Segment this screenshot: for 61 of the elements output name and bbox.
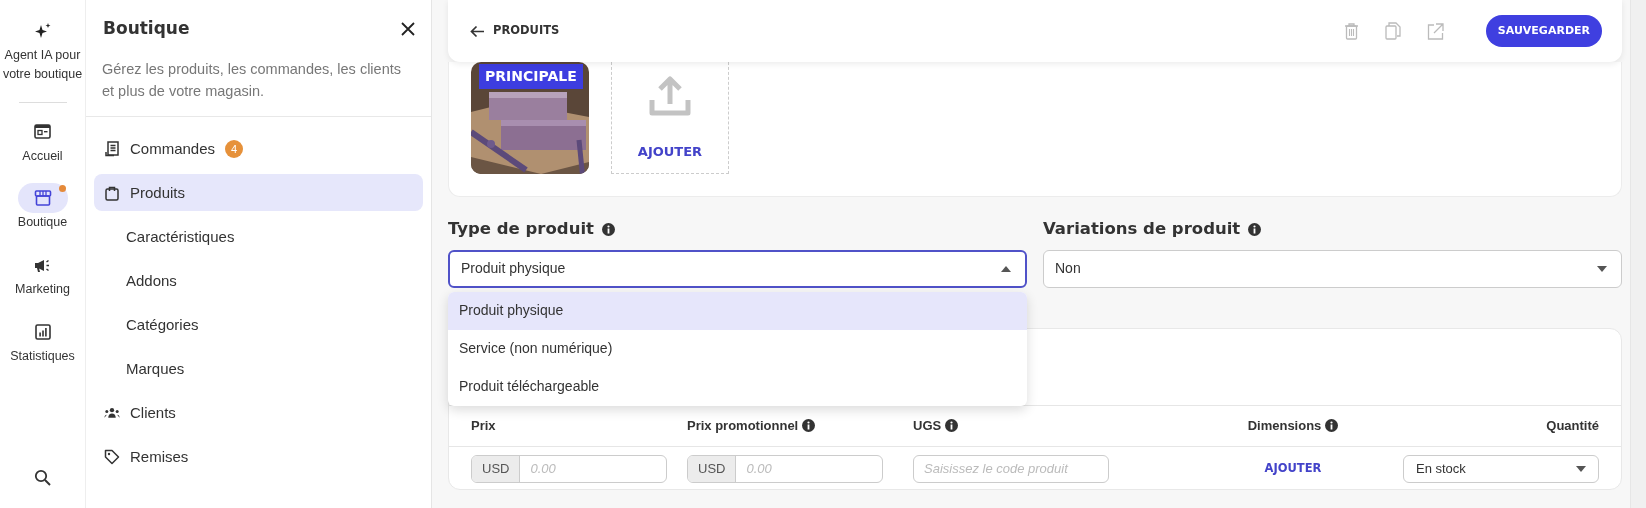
search-icon[interactable] — [34, 469, 51, 486]
panel-title: Boutique — [103, 17, 190, 40]
caret-icon — [1597, 265, 1607, 272]
column-header: UGS — [913, 417, 942, 435]
column-header: Quantité — [1546, 417, 1599, 435]
info-icon[interactable] — [1325, 419, 1339, 433]
menu-item[interactable]: Catégories — [94, 306, 423, 344]
main-image-badge: PRINCIPALE — [479, 64, 583, 89]
menu-item[interactable]: Caractéristiques — [94, 218, 423, 256]
caret-icon — [1576, 465, 1586, 472]
price-field[interactable]: USD 0.00 — [687, 454, 883, 483]
dropdown-option[interactable]: Service (non numérique) — [448, 329, 1027, 368]
dashboard-icon — [34, 124, 51, 139]
store-icon — [33, 190, 52, 207]
menu-label: Clients — [130, 402, 176, 423]
price-field[interactable]: USD 0.00 — [471, 454, 667, 483]
menu-item[interactable]: Clients — [94, 394, 423, 432]
panel-description: Gérez les produits, les commandes, les clients et plus de votre magasin. — [102, 59, 402, 101]
count-badge: 4 — [225, 139, 244, 158]
menu-item[interactable]: Commandes 4 — [94, 130, 423, 168]
quantity-select[interactable]: En stock — [1403, 454, 1599, 483]
bag-icon — [104, 184, 120, 201]
chart-icon — [34, 323, 51, 340]
add-dimensions-link[interactable]: AJOUTER — [1264, 460, 1322, 478]
menu-item[interactable]: Produits — [94, 174, 423, 212]
rail-label: Accueil — [22, 147, 63, 165]
dropdown-option[interactable]: Produit physique — [448, 291, 1027, 330]
menu-item[interactable]: Addons — [94, 262, 423, 300]
upload-icon — [649, 76, 691, 116]
menu-label: Produits — [130, 182, 186, 203]
receipt-icon — [104, 140, 120, 157]
rail-label: Marketing — [15, 281, 70, 298]
close-icon[interactable] — [401, 21, 415, 36]
rail-label: Statistiques — [10, 347, 75, 365]
info-icon[interactable] — [802, 419, 816, 433]
column-header: Prix promotionnel — [687, 417, 799, 435]
people-icon — [104, 406, 120, 419]
menu-item[interactable]: Remises — [94, 438, 423, 476]
back-link[interactable]: PRODUITS — [493, 22, 560, 40]
menu-label: Commandes — [130, 138, 216, 159]
field-label: Type de produit — [448, 218, 594, 240]
rail-tab[interactable] — [17, 183, 68, 214]
megaphone-icon — [33, 257, 52, 273]
rail-label: Boutique — [17, 214, 68, 232]
rail-label: Agent IA pour votre boutique — [2, 47, 83, 83]
info-icon[interactable] — [601, 222, 615, 236]
dropdown-option[interactable]: Produit téléchargeable — [448, 367, 1027, 406]
field-label: Variations de produit — [1043, 218, 1241, 240]
caret-icon — [1001, 265, 1011, 272]
menu-label: Remises — [130, 446, 189, 467]
column-header: Prix — [471, 417, 496, 435]
save-button[interactable]: SAUVEGARDER — [1485, 14, 1602, 48]
back-arrow-icon[interactable] — [470, 24, 485, 38]
select-field[interactable]: Produit physique — [448, 249, 1027, 288]
info-icon[interactable] — [1248, 222, 1262, 236]
select-field[interactable]: Non — [1043, 249, 1622, 288]
menu-item[interactable]: Marques — [94, 350, 423, 388]
tag-icon — [104, 448, 120, 465]
add-image-button[interactable]: AJOUTER — [611, 62, 729, 174]
info-icon[interactable] — [945, 419, 959, 433]
column-header: Dimensions — [1247, 417, 1322, 435]
